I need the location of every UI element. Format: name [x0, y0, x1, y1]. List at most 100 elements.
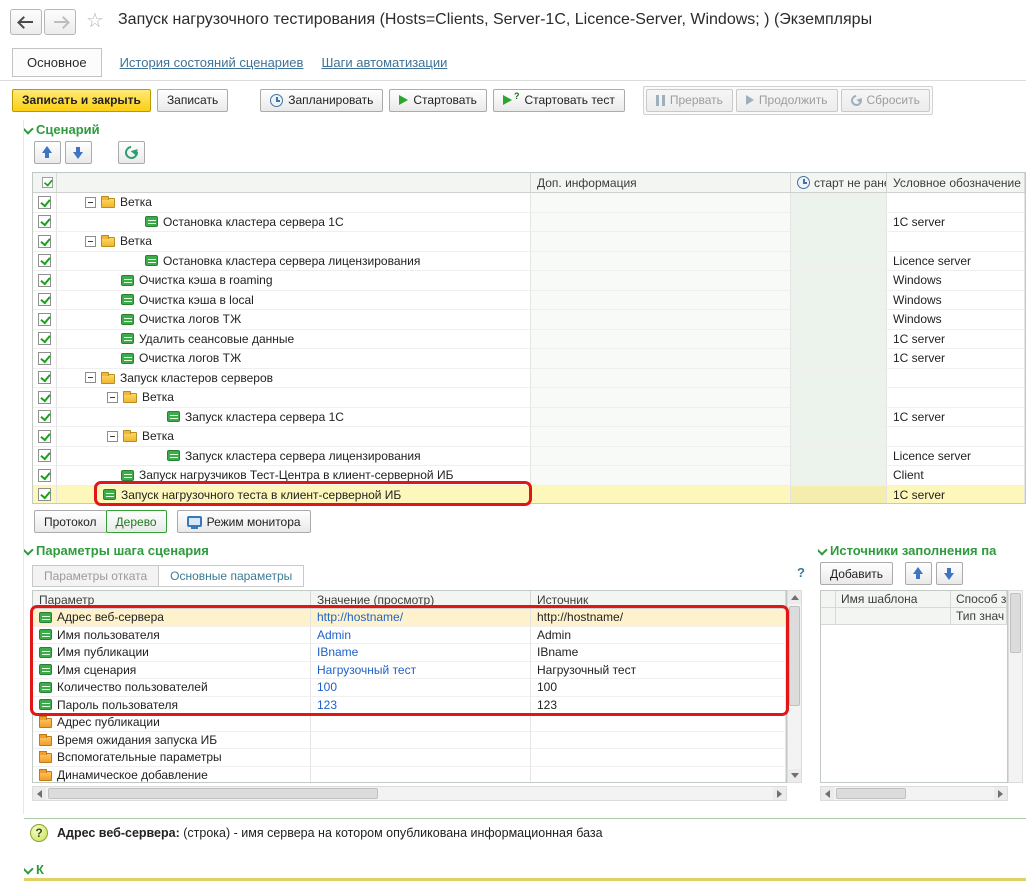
scenario-row[interactable]: Очистка кэша в roaming Windows — [33, 271, 1025, 291]
checkbox-checked-icon[interactable] — [38, 469, 51, 482]
tree-button[interactable]: Дерево — [106, 510, 167, 533]
link-automation-steps[interactable]: Шаги автоматизации — [321, 55, 447, 70]
scroll-left-button[interactable] — [33, 787, 46, 800]
scenario-row[interactable]: Запуск кластера сервера 1С 1C server — [33, 408, 1025, 428]
checkbox-checked-icon[interactable] — [38, 352, 51, 365]
start-column-header[interactable]: старт не ранее... — [791, 173, 887, 192]
tab-main[interactable]: Основное — [12, 48, 102, 77]
param-value-link[interactable]: 100 — [311, 679, 531, 697]
params-vertical-scrollbar[interactable] — [787, 590, 802, 783]
param-row[interactable]: Время ожидания запуска ИБ — [33, 732, 786, 750]
scroll-up-button[interactable] — [788, 591, 801, 604]
checkbox-checked-icon[interactable] — [38, 332, 51, 345]
param-value-link[interactable]: http://hostname/ — [311, 609, 531, 627]
row-checkbox[interactable] — [33, 232, 57, 252]
scenario-row[interactable]: Запуск кластера сервера лицензирования L… — [33, 447, 1025, 467]
sources-horizontal-scrollbar[interactable] — [820, 786, 1008, 801]
section-sources-header[interactable]: Источники заполнения па — [818, 543, 1024, 558]
refresh-button[interactable] — [118, 141, 145, 164]
scenario-row[interactable]: Удалить сеансовые данные 1C server — [33, 330, 1025, 350]
scenario-row-selected[interactable]: Запуск нагрузочного теста в клиент-серве… — [33, 486, 1025, 505]
param-row-selected[interactable]: Адрес веб-сервера http://hostname/ http:… — [33, 609, 786, 627]
scenario-row[interactable]: Ветка — [33, 388, 1025, 408]
scenario-row[interactable]: Остановка кластера сервера 1С 1C server — [33, 213, 1025, 233]
section-bottom-collapsed-header[interactable]: К — [24, 862, 44, 877]
row-checkbox[interactable] — [33, 466, 57, 486]
params-help-link[interactable]: ? — [797, 565, 805, 580]
scenario-row[interactable]: Очистка кэша в local Windows — [33, 291, 1025, 311]
scroll-thumb[interactable] — [1010, 593, 1021, 653]
resume-button[interactable]: Продолжить — [736, 89, 838, 112]
checkbox-checked-icon[interactable] — [38, 488, 51, 501]
scenario-row[interactable]: Ветка — [33, 232, 1025, 252]
source-move-up-button[interactable] — [905, 562, 932, 585]
scroll-thumb[interactable] — [789, 606, 800, 706]
checkbox-checked-icon[interactable] — [38, 313, 51, 326]
row-checkbox[interactable] — [33, 369, 57, 389]
row-checkbox[interactable] — [33, 447, 57, 467]
collapse-icon[interactable] — [85, 197, 96, 208]
interrupt-button[interactable]: Прервать — [646, 89, 733, 112]
checkbox-checked-icon[interactable] — [38, 254, 51, 267]
scenario-row[interactable]: Запуск кластеров серверов — [33, 369, 1025, 389]
row-checkbox[interactable] — [33, 310, 57, 330]
row-checkbox[interactable] — [33, 330, 57, 350]
forward-button[interactable] — [44, 9, 76, 35]
row-checkbox[interactable] — [33, 291, 57, 311]
checkbox-checked-icon[interactable] — [38, 196, 51, 209]
source-move-down-button[interactable] — [936, 562, 963, 585]
param-row[interactable]: Динамическое добавление — [33, 767, 786, 784]
collapse-icon[interactable] — [107, 431, 118, 442]
scenario-row[interactable]: Запуск нагрузчиков Тест-Центра в клиент-… — [33, 466, 1025, 486]
row-checkbox[interactable] — [33, 388, 57, 408]
sources-vertical-scrollbar[interactable] — [1008, 590, 1023, 783]
scenario-row[interactable]: Ветка — [33, 193, 1025, 213]
row-checkbox[interactable] — [33, 193, 57, 213]
param-row[interactable]: Вспомогательные параметры — [33, 749, 786, 767]
scenario-row[interactable]: Очистка логов ТЖ 1C server — [33, 349, 1025, 369]
scenario-row[interactable]: Ветка — [33, 427, 1025, 447]
scroll-left-button[interactable] — [821, 787, 834, 800]
scroll-right-button[interactable] — [994, 787, 1007, 800]
save-and-close-button[interactable]: Записать и закрыть — [12, 89, 151, 112]
param-row[interactable]: Имя пользователя Admin Admin — [33, 627, 786, 645]
param-value-link[interactable]: IBname — [311, 644, 531, 662]
tab-rollback-params[interactable]: Параметры отката — [32, 565, 159, 587]
schedule-button[interactable]: Запланировать — [260, 89, 383, 112]
param-row[interactable]: Адрес публикации — [33, 714, 786, 732]
row-checkbox[interactable] — [33, 252, 57, 272]
tab-main-params[interactable]: Основные параметры — [158, 565, 304, 587]
start-test-button[interactable]: ? Стартовать тест — [493, 89, 625, 112]
row-checkbox[interactable] — [33, 408, 57, 428]
favorite-star-icon[interactable] — [86, 11, 104, 31]
link-scenario-history[interactable]: История состояний сценариев — [120, 55, 304, 70]
extra-info-column-header[interactable]: Доп. информация — [531, 173, 791, 192]
reset-button[interactable]: Сбросить — [841, 89, 930, 112]
start-button[interactable]: Стартовать — [389, 89, 487, 112]
scroll-right-button[interactable] — [773, 787, 786, 800]
checkbox-checked-icon[interactable] — [38, 293, 51, 306]
protocol-button[interactable]: Протокол — [34, 510, 107, 533]
row-checkbox[interactable] — [33, 427, 57, 447]
monitor-mode-button[interactable]: Режим монитора — [177, 510, 311, 533]
unit-column-header[interactable]: Условное обозначение ед... — [887, 173, 1025, 192]
param-row[interactable]: Количество пользователей 100 100 — [33, 679, 786, 697]
value-type-column-header[interactable]: Тип знач — [951, 608, 1007, 624]
template-name-column-header[interactable]: Имя шаблона — [836, 591, 951, 607]
checkbox-checked-icon[interactable] — [38, 215, 51, 228]
checkbox-checked-icon[interactable] — [38, 430, 51, 443]
param-value-link[interactable]: Admin — [311, 627, 531, 645]
checkbox-checked-icon[interactable] — [38, 391, 51, 404]
collapse-icon[interactable] — [107, 392, 118, 403]
source-column-header[interactable]: Источник — [531, 591, 786, 608]
back-button[interactable] — [10, 9, 42, 35]
param-row[interactable]: Имя публикации IBname IBname — [33, 644, 786, 662]
move-up-button[interactable] — [34, 141, 61, 164]
param-column-header[interactable]: Параметр — [33, 591, 311, 608]
scroll-down-button[interactable] — [788, 769, 801, 782]
param-row[interactable]: Имя сценария Нагрузочный тест Нагрузочны… — [33, 662, 786, 680]
checkbox-checked-icon[interactable] — [38, 449, 51, 462]
bottom-splitter[interactable] — [24, 878, 1026, 881]
scroll-thumb[interactable] — [48, 788, 378, 799]
tree-column-header[interactable] — [57, 173, 531, 192]
